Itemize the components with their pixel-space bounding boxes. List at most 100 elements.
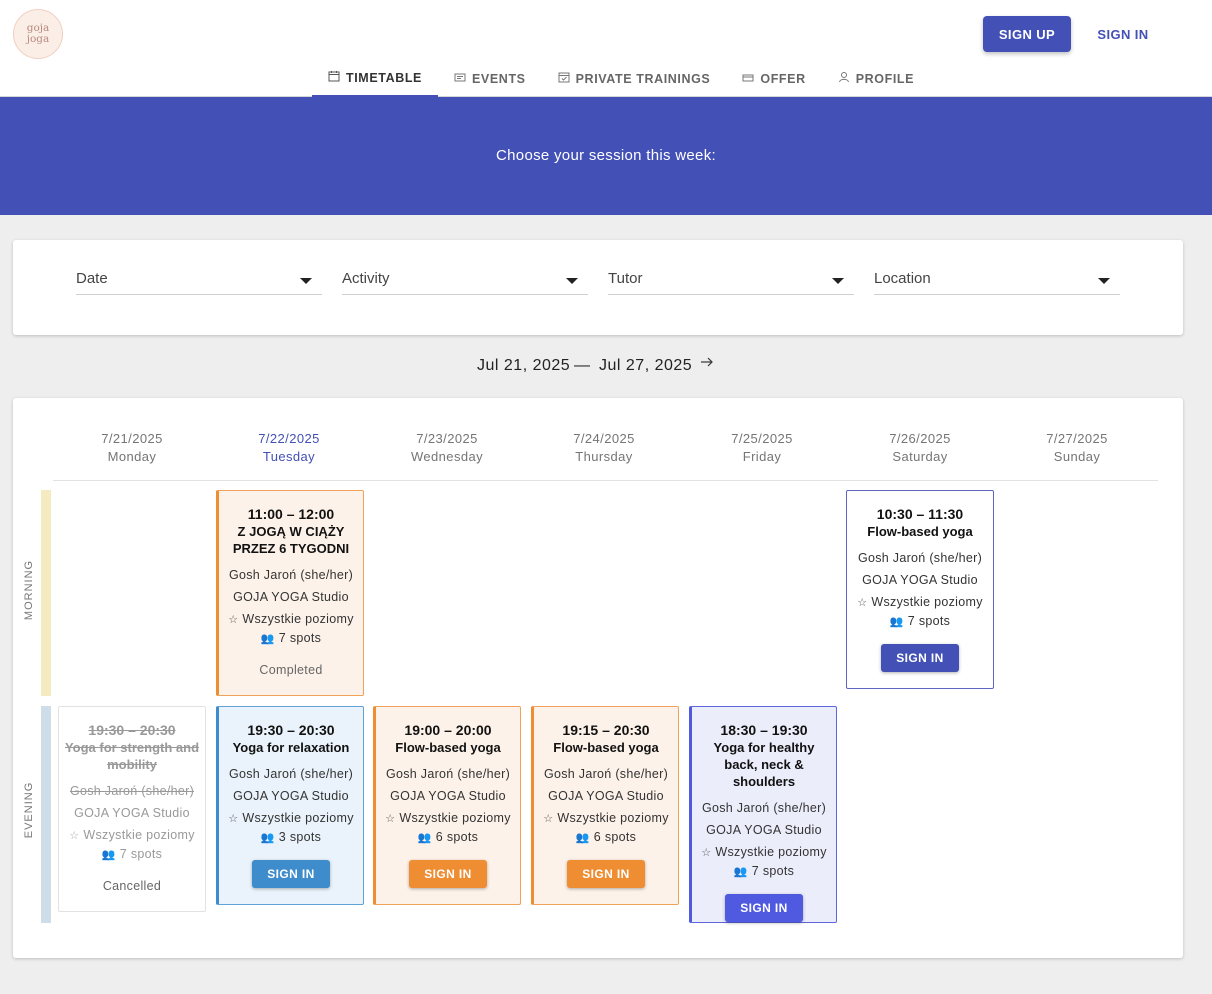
tab-events[interactable]: EVENTS <box>438 60 542 97</box>
session-time: 19:00 – 20:00 <box>404 722 492 738</box>
session-location: GOJA YOGA Studio <box>74 806 190 820</box>
caret-down-icon <box>832 278 844 284</box>
day-header-monday: 7/21/2025 Monday <box>54 430 210 466</box>
tab-label: TIMETABLE <box>346 70 422 85</box>
day-date: 7/21/2025 <box>101 431 163 446</box>
week-start-date: Jul 21, 2025 <box>477 357 571 374</box>
session-title: Flow-based yoga <box>553 740 659 755</box>
session-card-mon-evening[interactable]: 19:30 – 20:30 Yoga for strength and mobi… <box>58 706 206 912</box>
users-icon: 👥 <box>417 832 432 844</box>
caret-down-icon <box>1098 278 1110 284</box>
session-level: ☆ Wszystkie poziomy <box>385 811 511 825</box>
day-name: Wednesday <box>410 449 483 464</box>
day-date: 7/23/2025 <box>416 431 478 446</box>
session-sign-in-button[interactable]: SIGN IN <box>409 860 487 888</box>
star-icon: ☆ <box>228 813 239 825</box>
morning-band <box>41 490 51 696</box>
session-title: Yoga for relaxation <box>232 740 350 755</box>
session-sign-in-button[interactable]: SIGN IN <box>725 894 803 922</box>
week-range-separator: — <box>574 357 591 374</box>
session-sign-in-button[interactable]: SIGN IN <box>567 860 645 888</box>
session-location: GOJA YOGA Studio <box>548 789 664 803</box>
sign-up-button[interactable]: SIGN UP <box>983 16 1071 52</box>
calendar-icon <box>328 70 340 85</box>
session-status: Cancelled <box>102 879 162 893</box>
session-spots: 👥 6 spots <box>417 830 479 844</box>
star-icon: ☆ <box>701 847 712 859</box>
top-header: goja joga SIGN UP SIGN IN TIMETABLE EVEN… <box>0 0 1212 97</box>
day-date: 7/26/2025 <box>889 431 951 446</box>
day-name: Sunday <box>1053 449 1101 464</box>
activity-select[interactable]: Activity <box>342 270 588 295</box>
header-divider <box>53 480 1158 481</box>
session-time: 10:30 – 11:30 <box>876 506 964 522</box>
day-header-wednesday: 7/23/2025 Wednesday <box>369 430 525 466</box>
tab-timetable[interactable]: TIMETABLE <box>312 60 438 97</box>
session-card-tue-morning[interactable]: 11:00 – 12:00 Z JOGĄ W CIĄŻY PRZEZ 6 TYG… <box>216 490 364 696</box>
tab-private-trainings[interactable]: PRIVATE TRAININGS <box>542 60 727 97</box>
users-icon: 👥 <box>575 832 590 844</box>
calendar-check-icon <box>558 71 570 86</box>
tutor-select[interactable]: Tutor <box>608 270 854 295</box>
tab-offer[interactable]: OFFER <box>726 60 821 97</box>
session-card-wed-evening[interactable]: 19:00 – 20:00 Flow-based yoga Gosh Jaroń… <box>373 706 521 905</box>
session-level: ☆ Wszystkie poziomy <box>857 595 983 609</box>
session-card-tue-evening[interactable]: 19:30 – 20:30 Yoga for relaxation Gosh J… <box>216 706 364 905</box>
session-title: Yoga for healthy back, neck & shoulders <box>713 740 815 789</box>
session-title: Yoga for strength and mobility <box>64 740 200 772</box>
session-time: 18:30 – 19:30 <box>720 722 808 738</box>
sign-in-button[interactable]: SIGN IN <box>1086 16 1160 52</box>
logo-line-2: joga <box>26 33 50 45</box>
activity-select-label: Activity <box>342 270 390 287</box>
location-select[interactable]: Location <box>874 270 1120 295</box>
star-icon: ☆ <box>857 597 868 609</box>
users-icon: 👥 <box>260 633 275 645</box>
week-end-date: Jul 27, 2025 <box>599 357 693 374</box>
card-icon <box>742 72 754 86</box>
users-icon: 👥 <box>260 832 275 844</box>
day-name: Tuesday <box>262 449 316 464</box>
caret-down-icon <box>300 278 312 284</box>
session-tutor: Gosh Jaroń (she/her) <box>857 551 983 565</box>
session-spots: 👥 7 spots <box>101 847 163 861</box>
session-tutor: Gosh Jaroń (she/her) <box>228 767 354 781</box>
users-icon: 👥 <box>733 866 748 878</box>
session-tutor: Gosh Jaroń (she/her) <box>701 801 827 815</box>
date-select[interactable]: Date <box>76 270 322 295</box>
day-date: 7/22/2025 <box>258 431 320 446</box>
session-tutor: Gosh Jaroń (she/her) <box>543 767 669 781</box>
week-navigation: Jul 21, 2025 — Jul 27, 2025 <box>0 357 1212 379</box>
tab-label: PROFILE <box>855 71 915 86</box>
session-sign-in-button[interactable]: SIGN IN <box>881 644 959 672</box>
session-tutor: Gosh Jaroń (she/her) <box>385 767 511 781</box>
session-card-sat-morning[interactable]: 10:30 – 11:30 Flow-based yoga Gosh Jaroń… <box>846 490 994 689</box>
session-location: GOJA YOGA Studio <box>390 789 506 803</box>
tab-label: EVENTS <box>472 71 526 86</box>
session-level: ☆ Wszystkie poziomy <box>69 828 195 842</box>
session-title: Flow-based yoga <box>867 524 973 539</box>
session-tutor: Gosh Jaroń (she/her) <box>69 784 195 798</box>
session-sign-in-button[interactable]: SIGN IN <box>252 860 330 888</box>
session-location: GOJA YOGA Studio <box>706 823 822 837</box>
day-header-tuesday: 7/22/2025 Tuesday <box>211 430 367 466</box>
session-level: ☆ Wszystkie poziomy <box>228 811 354 825</box>
day-name: Monday <box>107 449 157 464</box>
day-header-thursday: 7/24/2025 Thursday <box>526 430 682 466</box>
star-icon: ☆ <box>543 813 554 825</box>
session-card-fri-evening[interactable]: 18:30 – 19:30 Yoga for healthy back, nec… <box>689 706 837 923</box>
person-icon <box>838 71 850 86</box>
session-time: 19:30 – 20:30 <box>247 722 335 738</box>
goja-yoga-logo[interactable]: goja joga <box>13 9 63 59</box>
session-spots: 👥 3 spots <box>260 830 322 844</box>
tab-profile[interactable]: PROFILE <box>822 60 930 97</box>
arrow-right-icon[interactable] <box>700 355 714 374</box>
session-level: ☆ Wszystkie poziomy <box>701 845 827 859</box>
session-card-thu-evening[interactable]: 19:15 – 20:30 Flow-based yoga Gosh Jaroń… <box>531 706 679 905</box>
tab-label: PRIVATE TRAININGS <box>575 71 711 86</box>
day-name: Thursday <box>575 449 633 464</box>
session-title: Z JOGĄ W CIĄŻY PRZEZ 6 TYGODNI <box>232 524 350 556</box>
day-name: Friday <box>742 449 782 464</box>
timetable-calendar: 7/21/2025 Monday 7/22/2025 Tuesday 7/23/… <box>13 398 1183 958</box>
session-spots: 👥 7 spots <box>260 631 322 645</box>
session-location: GOJA YOGA Studio <box>233 590 349 604</box>
